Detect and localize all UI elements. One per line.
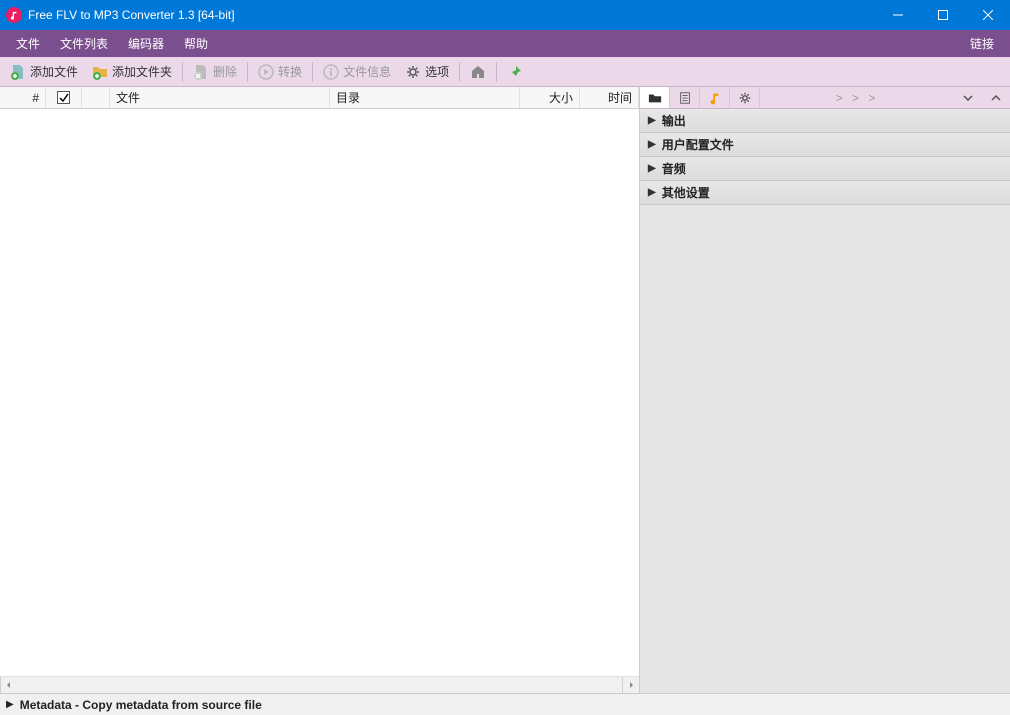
pin-button[interactable] — [501, 61, 529, 83]
options-label: 选项 — [425, 63, 449, 80]
convert-button[interactable]: 转换 — [252, 60, 308, 83]
toolbar: 添加文件 添加文件夹 删除 转换 文件信息 选项 — [0, 57, 1010, 87]
tab-audio[interactable] — [700, 87, 730, 108]
chevron-down-icon — [963, 93, 973, 103]
tab-settings[interactable] — [730, 87, 760, 108]
expand-arrow-icon: ▶ — [648, 163, 656, 174]
section-output[interactable]: ▶ 输出 — [640, 109, 1010, 133]
home-icon — [470, 64, 486, 80]
select-all-checkbox[interactable] — [57, 91, 70, 104]
expand-arrow-icon: ▶ — [648, 139, 656, 150]
scrollbar-track[interactable] — [17, 677, 622, 693]
folder-icon — [648, 91, 662, 105]
toolbar-separator — [312, 62, 313, 82]
menu-link[interactable]: 链接 — [960, 30, 1004, 57]
minimize-button[interactable] — [875, 0, 920, 30]
document-icon — [678, 91, 692, 105]
pin-icon — [507, 64, 523, 80]
panel-expand-toggle[interactable]: > > > — [760, 87, 954, 108]
delete-label: 删除 — [213, 63, 237, 80]
menu-encoder[interactable]: 编码器 — [118, 30, 174, 57]
settings-accordion: ▶ 输出 ▶ 用户配置文件 ▶ 音频 ▶ 其他设置 — [640, 109, 1010, 693]
options-button[interactable]: 选项 — [399, 60, 455, 83]
convert-label: 转换 — [278, 63, 302, 80]
file-info-label: 文件信息 — [343, 63, 391, 80]
scrollbar-right-button[interactable] — [622, 677, 639, 693]
table-body[interactable] — [0, 109, 639, 676]
column-status[interactable] — [82, 87, 110, 108]
maximize-button[interactable] — [920, 0, 965, 30]
content-area: # 文件 目录 大小 时间 — [0, 87, 1010, 693]
file-list-pane: # 文件 目录 大小 时间 — [0, 87, 640, 693]
add-file-label: 添加文件 — [30, 63, 78, 80]
gear-icon — [405, 64, 421, 80]
statusbar-text: Metadata - Copy metadata from source fil… — [20, 698, 262, 712]
delete-icon — [193, 64, 209, 80]
panel-collapse-down[interactable] — [954, 87, 982, 108]
toolbar-separator — [496, 62, 497, 82]
section-user-profile[interactable]: ▶ 用户配置文件 — [640, 133, 1010, 157]
column-index[interactable]: # — [0, 87, 46, 108]
expand-arrow-icon: ▶ — [648, 115, 656, 126]
music-note-icon — [708, 91, 722, 105]
section-label: 用户配置文件 — [662, 136, 734, 153]
settings-tabs: > > > — [640, 87, 1010, 109]
table-header: # 文件 目录 大小 时间 — [0, 87, 639, 109]
gear-icon — [738, 91, 752, 105]
window-controls — [875, 0, 1010, 30]
panel-collapse-up[interactable] — [982, 87, 1010, 108]
toolbar-separator — [247, 62, 248, 82]
toolbar-separator — [459, 62, 460, 82]
column-file[interactable]: 文件 — [110, 87, 330, 108]
section-other[interactable]: ▶ 其他设置 — [640, 181, 1010, 205]
titlebar: Free FLV to MP3 Converter 1.3 [64-bit] — [0, 0, 1010, 30]
add-folder-icon — [92, 64, 108, 80]
menubar: 文件 文件列表 编码器 帮助 链接 — [0, 30, 1010, 57]
expand-arrow-icon: ▶ — [648, 187, 656, 198]
chevron-up-icon — [991, 93, 1001, 103]
column-directory[interactable]: 目录 — [330, 87, 520, 108]
delete-button[interactable]: 删除 — [187, 60, 243, 83]
window-title: Free FLV to MP3 Converter 1.3 [64-bit] — [28, 8, 875, 22]
home-button[interactable] — [464, 61, 492, 83]
column-checkbox[interactable] — [46, 87, 82, 108]
section-label: 其他设置 — [662, 184, 710, 201]
tab-folder[interactable] — [640, 87, 670, 108]
add-file-icon — [10, 64, 26, 80]
column-time[interactable]: 时间 — [580, 87, 639, 108]
close-button[interactable] — [965, 0, 1010, 30]
tab-document[interactable] — [670, 87, 700, 108]
scrollbar-left-button[interactable] — [0, 677, 17, 693]
section-label: 音频 — [662, 160, 686, 177]
add-file-button[interactable]: 添加文件 — [4, 60, 84, 83]
add-folder-button[interactable]: 添加文件夹 — [86, 60, 178, 83]
section-audio[interactable]: ▶ 音频 — [640, 157, 1010, 181]
settings-pane: > > > ▶ 输出 ▶ 用户配置文件 ▶ 音频 ▶ 其他设置 — [640, 87, 1010, 693]
info-icon — [323, 64, 339, 80]
add-folder-label: 添加文件夹 — [112, 63, 172, 80]
menu-help[interactable]: 帮助 — [174, 30, 218, 57]
statusbar: ▶ Metadata - Copy metadata from source f… — [0, 693, 1010, 715]
statusbar-arrow-icon[interactable]: ▶ — [6, 699, 14, 710]
toolbar-separator — [182, 62, 183, 82]
column-size[interactable]: 大小 — [520, 87, 580, 108]
horizontal-scrollbar[interactable] — [0, 676, 639, 693]
play-icon — [258, 64, 274, 80]
menu-file[interactable]: 文件 — [6, 30, 50, 57]
file-info-button[interactable]: 文件信息 — [317, 60, 397, 83]
menu-file-list[interactable]: 文件列表 — [50, 30, 118, 57]
app-icon — [6, 7, 22, 23]
section-label: 输出 — [662, 112, 686, 129]
